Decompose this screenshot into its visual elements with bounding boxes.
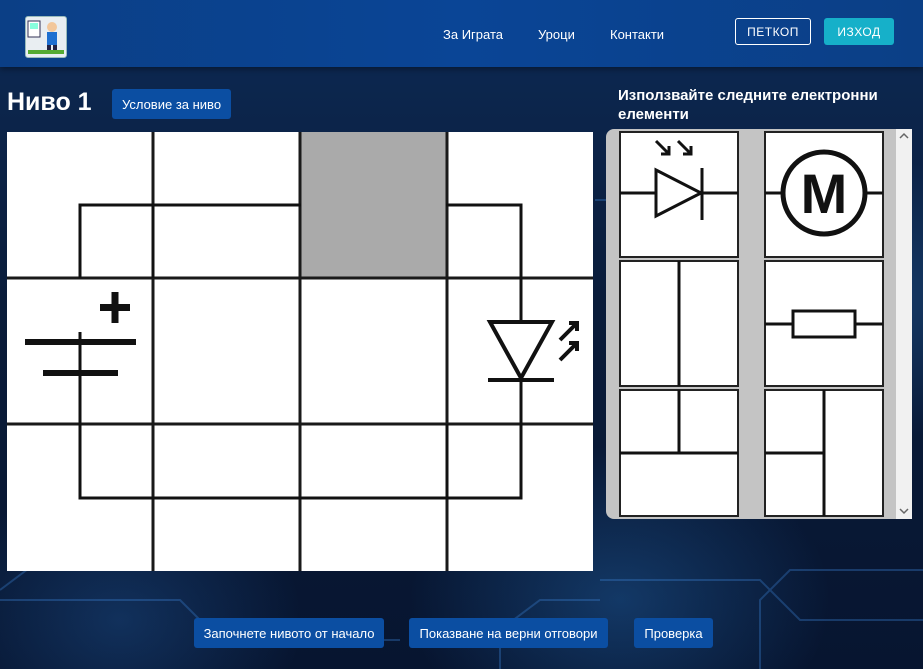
show-answers-button[interactable]: Показване на верни отговори xyxy=(409,618,608,648)
scroll-up-icon[interactable] xyxy=(899,132,909,139)
level-title: Ниво 1 xyxy=(7,88,92,116)
grid-cell[interactable] xyxy=(300,278,447,424)
palette-scrollbar[interactable] xyxy=(896,129,912,519)
palette-title: Използвайте следните електронни елементи xyxy=(618,87,878,123)
nav-contacts[interactable]: Контакти xyxy=(610,27,664,42)
restart-level-button[interactable]: Започнете нивото от начало xyxy=(194,618,384,648)
nav-lessons[interactable]: Уроци xyxy=(538,27,575,42)
game-board xyxy=(7,132,593,571)
top-navbar: За Играта Уроци Контакти ПЕТКОП ИЗХОД xyxy=(0,0,923,67)
scroll-down-icon[interactable] xyxy=(899,508,909,515)
check-button[interactable]: Проверка xyxy=(634,618,713,648)
grid-cell[interactable] xyxy=(153,278,300,424)
component-palette: M xyxy=(606,129,912,519)
logo[interactable] xyxy=(25,16,67,58)
empty-cell[interactable] xyxy=(301,132,446,277)
svg-text:M: M xyxy=(801,162,848,225)
user-button[interactable]: ПЕТКОП xyxy=(735,18,811,45)
logout-button[interactable]: ИЗХОД xyxy=(824,18,894,45)
level-condition-button[interactable]: Условие за ниво xyxy=(112,89,231,119)
nav-about[interactable]: За Играта xyxy=(443,27,503,42)
